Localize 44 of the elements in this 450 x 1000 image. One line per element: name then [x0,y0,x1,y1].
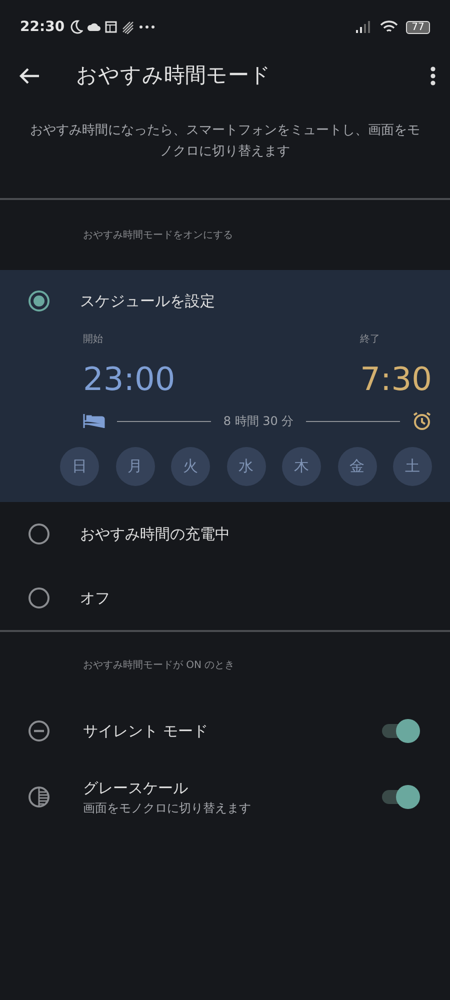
bed-icon [83,413,105,429]
contrast-icon [28,786,50,808]
battery-level: 77 [406,20,430,34]
more-icon [138,25,155,29]
day-toggle[interactable]: 水 [226,447,266,486]
moon-icon [68,20,83,34]
back-icon [18,66,40,86]
window-icon [104,21,117,33]
day-toggle[interactable]: 木 [282,447,321,486]
end-label: 終了 [360,333,382,347]
wifi-icon [380,20,398,34]
day-toggle[interactable]: 金 [338,447,376,486]
option-label[interactable]: おやすみ時間の充電中 [80,522,230,546]
clock-time: 22:30 [20,18,65,36]
page-title: おやすみ時間モード [76,62,271,90]
setting-title: グレースケール [83,778,189,799]
section-label: おやすみ時間モードが ON のとき [82,658,235,672]
description-text: おやすみ時間になったら、スマートフォンをミュートし、画面をモノクロに切り替えます [29,122,421,162]
radio-button[interactable] [28,523,50,545]
option-label[interactable]: スケジュールを設定 [80,290,215,312]
option-label[interactable]: オフ [80,586,110,610]
back-button[interactable] [18,66,40,86]
signal-waves-icon [120,20,135,34]
cloud-icon [86,22,101,32]
radio-button[interactable] [28,290,50,312]
setting-title: サイレント モード [83,720,208,742]
duration-text: 8 時間 30 分 [223,413,294,430]
section-label: おやすみ時間モードをオンにする [82,228,233,242]
end-time[interactable]: 7:30 [360,363,432,395]
radio-button[interactable] [28,587,50,609]
signal-icon [356,21,372,33]
start-label: 開始 [83,333,104,347]
day-toggle[interactable]: 月 [116,447,154,486]
do-not-disturb-icon [28,720,50,742]
more-options-icon [430,66,436,86]
setting-subtitle: 画面をモノクロに切り替えます [83,800,251,818]
day-toggle[interactable]: 火 [171,447,210,486]
toggle-switch[interactable] [382,785,420,809]
more-options-button[interactable] [430,66,436,86]
alarm-clock-icon [412,411,432,431]
day-toggle[interactable]: 土 [393,447,432,486]
toggle-switch[interactable] [382,719,420,743]
start-time[interactable]: 23:00 [83,363,176,395]
day-toggle[interactable]: 日 [60,447,99,486]
